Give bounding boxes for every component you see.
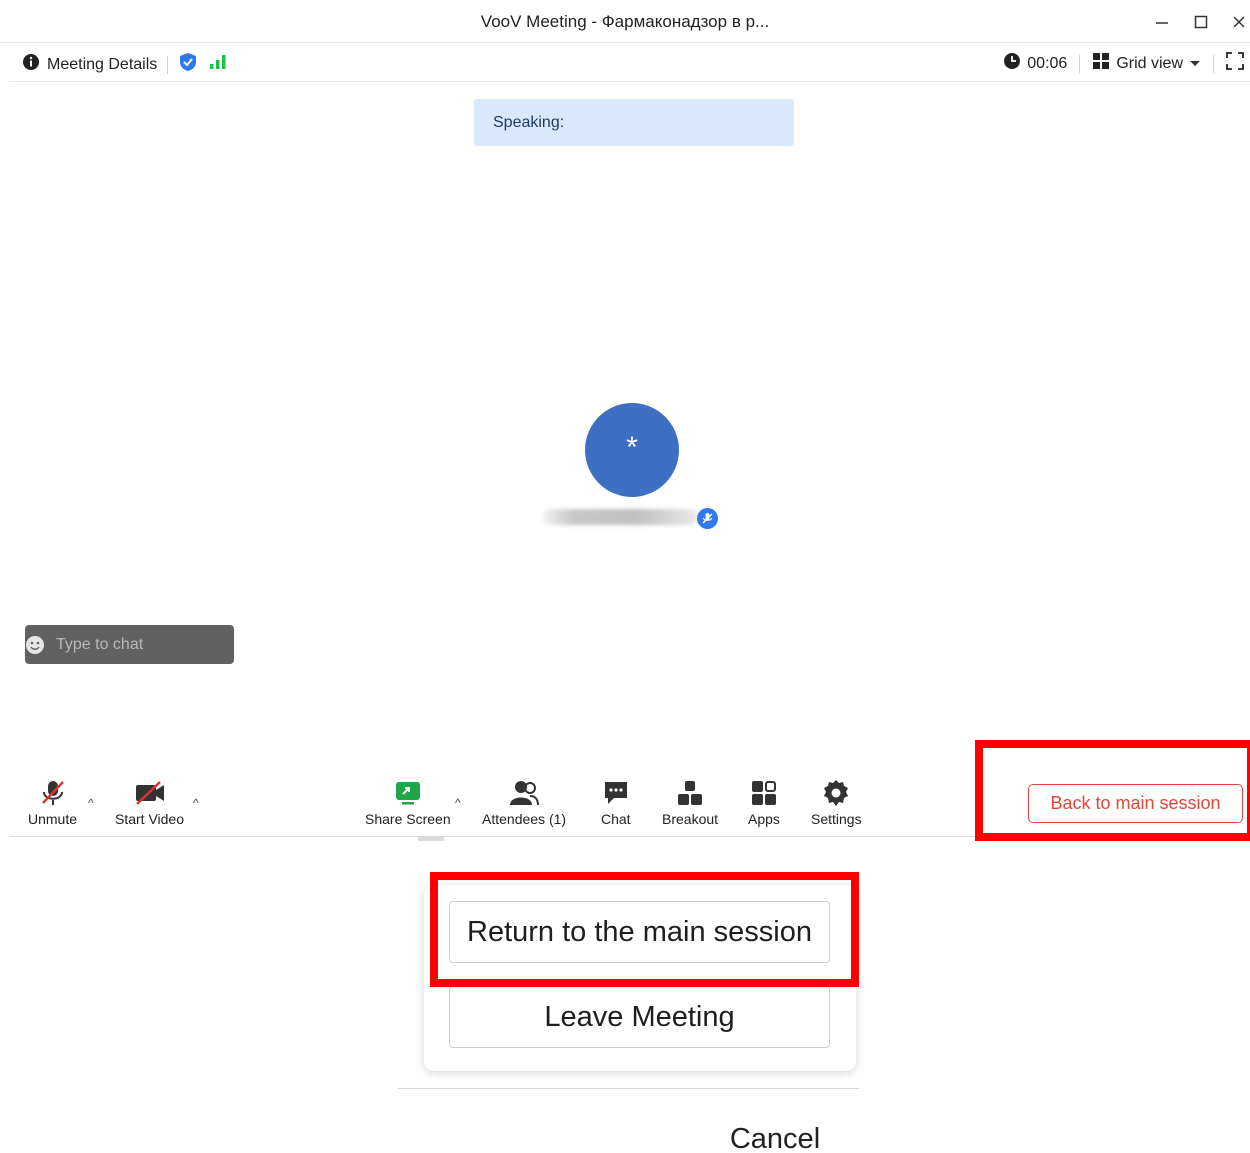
separator <box>1213 54 1214 73</box>
participant-name-blurred <box>542 509 697 525</box>
unmute-label: Unmute <box>28 811 78 827</box>
speaking-indicator: Speaking: <box>474 99 794 146</box>
video-off-icon <box>134 776 166 810</box>
meeting-details-label: Meeting Details <box>47 55 158 73</box>
start-video-button[interactable]: Start Video <box>115 776 184 827</box>
breakout-icon <box>676 776 704 810</box>
window-title: VooV Meeting - Фармаконадзор в р... <box>480 12 770 31</box>
fullscreen-icon[interactable] <box>1226 52 1244 75</box>
attendees-label: Attendees (1) <box>482 811 567 827</box>
minimize-icon[interactable] <box>1147 8 1177 36</box>
attendees-button[interactable]: Attendees (1) <box>482 776 566 827</box>
info-icon <box>22 53 40 76</box>
shield-check-icon[interactable] <box>178 52 198 77</box>
share-screen-icon <box>394 776 422 810</box>
separator <box>167 55 169 74</box>
emoji-icon[interactable] <box>25 625 45 664</box>
popup-divider <box>398 1088 859 1089</box>
settings-label: Settings <box>811 811 862 827</box>
apps-label: Apps <box>748 811 780 827</box>
return-to-main-session-button[interactable]: Return to the main session <box>449 901 830 963</box>
attendees-icon <box>508 776 540 810</box>
chat-label: Chat <box>601 811 631 827</box>
cancel-button[interactable]: Cancel <box>700 1123 850 1153</box>
speaking-label: Speaking: <box>493 114 565 131</box>
start-video-label: Start Video <box>115 811 185 827</box>
chat-button[interactable]: Chat <box>601 776 631 827</box>
audio-options-caret[interactable]: ^ <box>88 796 94 810</box>
meeting-timer: 00:06 <box>1003 52 1067 75</box>
meeting-info-bar: Meeting Details 00:06 Grid view <box>10 44 1250 82</box>
mic-muted-badge-icon <box>697 508 718 529</box>
participant-avatar: * <box>585 403 679 497</box>
meeting-details-button[interactable]: Meeting Details <box>22 53 157 76</box>
gear-icon <box>822 776 850 810</box>
unmute-button[interactable]: Unmute <box>28 776 77 827</box>
chevron-down-icon <box>1189 55 1201 73</box>
maximize-icon[interactable] <box>1186 8 1216 36</box>
apps-button[interactable]: Apps <box>748 776 780 827</box>
share-screen-button[interactable]: Share Screen <box>365 776 451 827</box>
title-bar: VooV Meeting - Фармаконадзор в р... <box>0 0 1250 43</box>
chat-input[interactable] <box>45 625 263 664</box>
grid-view-label: Grid view <box>1116 54 1183 72</box>
popup-pointer <box>418 837 444 841</box>
breakout-label: Breakout <box>662 811 719 827</box>
chevron-left-icon[interactable] <box>263 625 273 664</box>
grid-view-dropdown[interactable]: Grid view <box>1092 52 1201 75</box>
breakout-button[interactable]: Breakout <box>662 776 718 827</box>
timer-text: 00:06 <box>1027 54 1068 72</box>
leave-meeting-button[interactable]: Leave Meeting <box>449 986 830 1048</box>
mic-off-icon <box>40 776 66 810</box>
apps-icon <box>750 776 778 810</box>
signal-bars-icon[interactable] <box>208 53 228 76</box>
back-to-main-session-button[interactable]: Back to main session <box>1028 784 1243 823</box>
settings-button[interactable]: Settings <box>811 776 862 827</box>
chat-icon <box>602 776 630 810</box>
share-options-caret[interactable]: ^ <box>455 796 461 810</box>
chat-quick-input <box>25 625 271 664</box>
close-icon[interactable] <box>1224 8 1250 36</box>
video-options-caret[interactable]: ^ <box>193 796 199 810</box>
share-screen-label: Share Screen <box>365 811 451 827</box>
grid-icon <box>1092 52 1110 75</box>
separator <box>1079 54 1081 73</box>
clock-icon <box>1003 52 1021 75</box>
